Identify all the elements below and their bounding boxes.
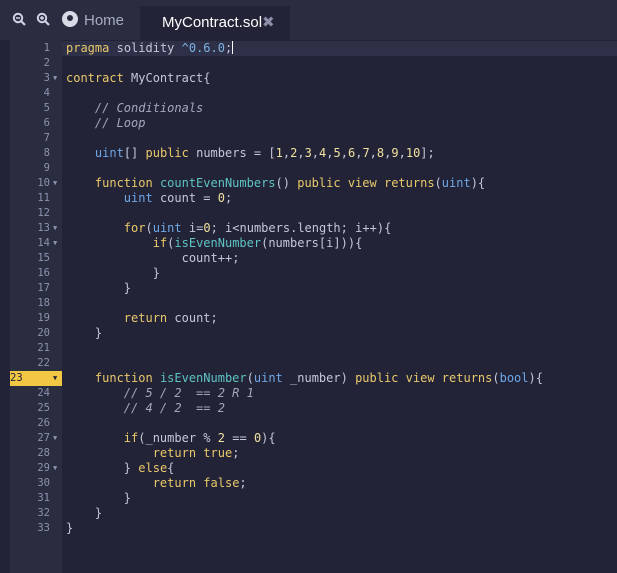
line-number: 6 xyxy=(43,117,50,129)
code-line[interactable]: for(uint i=0; i<numbers.length; i++){ xyxy=(66,221,392,236)
code-line[interactable]: pragma solidity ^0.6.0; xyxy=(62,41,617,56)
line-number: 31 xyxy=(37,492,50,504)
line-number: 9 xyxy=(43,162,50,174)
line-number: 5 xyxy=(43,102,50,114)
line-number: 29 xyxy=(37,462,50,474)
line-number: 17 xyxy=(37,282,50,294)
line-number: 2 xyxy=(43,57,50,69)
code-line[interactable]: } xyxy=(66,521,73,536)
line-number: 28 xyxy=(37,447,50,459)
code-line[interactable]: return count; xyxy=(66,311,218,326)
line-number: 24 xyxy=(37,387,50,399)
tab-home[interactable]: Home xyxy=(62,11,124,31)
tab-mycontract[interactable]: MyContract.sol ✖ xyxy=(140,6,290,40)
zoom-in-icon[interactable] xyxy=(36,12,50,30)
line-number: 20 xyxy=(37,327,50,339)
code-line[interactable]: uint[] public numbers = [1,2,3,4,5,6,7,8… xyxy=(66,146,435,161)
line-number: 12 xyxy=(37,207,50,219)
code-line[interactable]: } xyxy=(66,281,131,296)
close-tab-icon[interactable]: ✖ xyxy=(262,13,275,31)
fold-toggle-icon[interactable]: ▼ xyxy=(53,71,57,86)
code-line[interactable]: // 4 / 2 == 2 xyxy=(66,401,225,416)
line-number: 11 xyxy=(37,192,50,204)
code-line[interactable]: } xyxy=(66,491,131,506)
fold-toggle-icon[interactable]: ▼ xyxy=(53,371,57,386)
code-line[interactable]: uint count = 0; xyxy=(66,191,232,206)
code-line[interactable]: if(_number % 2 == 0){ xyxy=(66,431,276,446)
code-line[interactable]: } else{ xyxy=(66,461,175,476)
line-number: 18 xyxy=(37,297,50,309)
tab-home-label: Home xyxy=(84,12,125,29)
line-number: 1 xyxy=(43,42,50,54)
code-line[interactable]: } xyxy=(66,506,102,521)
line-number: 16 xyxy=(37,267,50,279)
code-line[interactable]: return true; xyxy=(66,446,240,461)
text-cursor xyxy=(232,41,234,54)
code-line[interactable]: // Conditionals xyxy=(66,101,203,116)
tab-bar: Home MyContract.sol ✖ xyxy=(0,0,617,40)
code-line[interactable]: count++; xyxy=(66,251,240,266)
line-number: 33 xyxy=(37,522,50,534)
code-line[interactable]: if(isEvenNumber(numbers[i])){ xyxy=(66,236,363,251)
fold-toggle-icon[interactable]: ▼ xyxy=(53,176,57,191)
code-line[interactable]: return false; xyxy=(66,476,247,491)
line-number: 4 xyxy=(43,87,50,99)
line-number: 13 xyxy=(37,222,50,234)
line-number: 27 xyxy=(37,432,50,444)
line-number: 14 xyxy=(37,237,50,249)
line-number: 21 xyxy=(37,342,50,354)
line-number: 32 xyxy=(37,507,50,519)
code-line[interactable]: function countEvenNumbers() public view … xyxy=(66,176,485,191)
remix-editor-window: Home MyContract.sol ✖ 1 2 3 ▼ 4 5 6 7 8 9 10 ▼ 11 12 1… xyxy=(0,0,617,573)
line-number: 25 xyxy=(37,402,50,414)
line-number: 15 xyxy=(37,252,50,264)
fold-toggle-icon[interactable]: ▼ xyxy=(53,236,57,251)
line-number: 19 xyxy=(37,312,50,324)
line-number: 8 xyxy=(43,147,50,159)
line-number: 10 xyxy=(37,177,50,189)
code-line[interactable]: } xyxy=(66,326,102,341)
line-number: 30 xyxy=(37,477,50,489)
line-number: 7 xyxy=(43,132,50,144)
line-number: 22 xyxy=(37,357,50,369)
fold-toggle-icon[interactable]: ▼ xyxy=(53,461,57,476)
line-number-gutter: 1 2 3 ▼ 4 5 6 7 8 9 10 ▼ 11 12 13 ▼ 14 ▼ 15 16 17 18 19 20 21 22 … xyxy=(10,40,62,573)
remix-logo-icon xyxy=(62,11,78,27)
zoom-out-icon[interactable] xyxy=(12,12,26,30)
line-number: 26 xyxy=(37,417,50,429)
code-line[interactable]: contract MyContract{ xyxy=(66,71,211,86)
code-line[interactable]: } xyxy=(66,266,160,281)
code-line[interactable]: function isEvenNumber(uint _number) publ… xyxy=(66,371,543,386)
tab-mycontract-label: MyContract.sol xyxy=(162,14,263,31)
line-number: 3 xyxy=(43,72,50,84)
code-line[interactable]: // 5 / 2 == 2 R 1 xyxy=(66,386,254,401)
code-line[interactable]: // Loop xyxy=(66,116,146,131)
fold-toggle-icon[interactable]: ▼ xyxy=(53,431,57,446)
fold-toggle-icon[interactable]: ▼ xyxy=(53,221,57,236)
